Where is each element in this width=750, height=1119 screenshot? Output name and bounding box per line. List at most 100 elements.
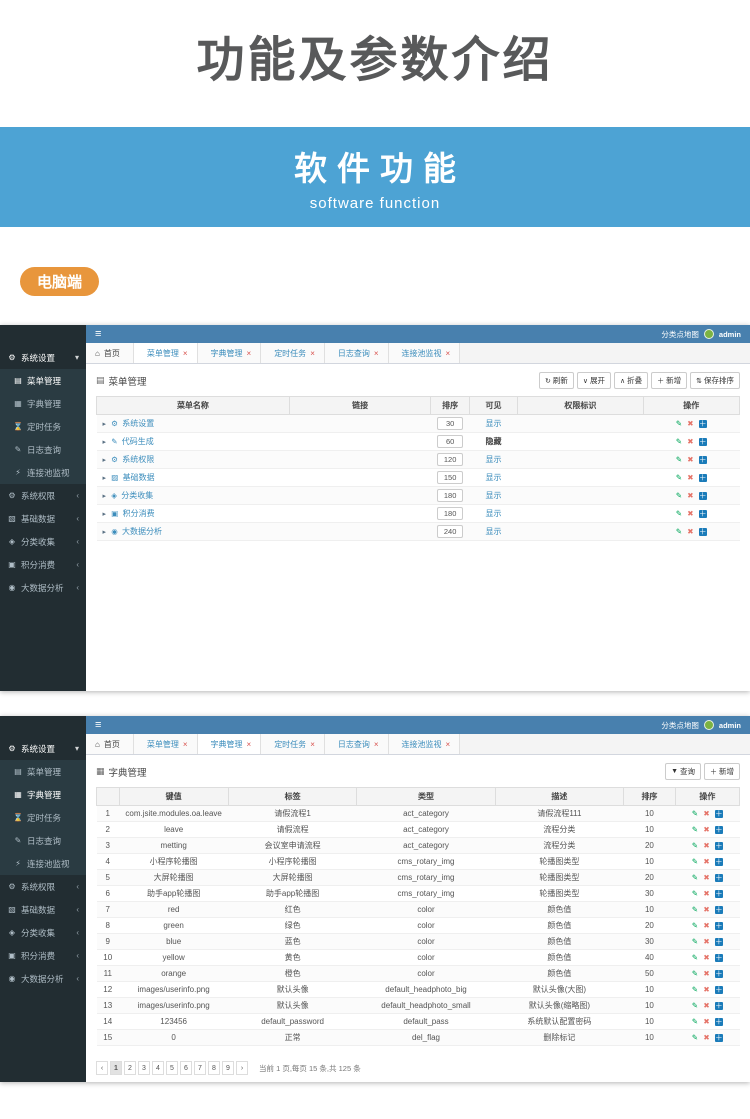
expand-caret-icon[interactable]: ▸ [103,439,107,446]
delete-icon[interactable]: ✖ [687,419,693,428]
sort-input[interactable]: 240 [437,525,464,538]
add-child-icon[interactable]: ＋ [698,420,707,428]
page-tab[interactable]: 连接池监视 × [388,343,461,363]
sidebar-item[interactable]: ⚙ 系统设置 ▾ [0,346,86,369]
expand-caret-icon[interactable]: ▸ [103,475,107,482]
close-icon[interactable]: × [446,740,451,749]
next-page-button[interactable]: › [236,1061,248,1075]
edit-icon[interactable]: ✎ [692,857,698,866]
close-icon[interactable]: × [310,740,315,749]
add-icon[interactable]: ＋ [714,810,723,818]
edit-icon[interactable]: ✎ [692,905,698,914]
toolbar-button[interactable]: ∨ 展开 [576,372,611,389]
sidebar-item[interactable]: ▤ 菜单管理 [0,369,86,392]
sidebar-item[interactable]: ▧ 基础数据 ‹ [0,507,86,530]
page-button[interactable]: 5 [166,1061,178,1075]
add-icon[interactable]: ＋ [714,1034,723,1042]
edit-icon[interactable]: ✎ [676,437,682,446]
edit-icon[interactable]: ✎ [692,809,698,818]
page-button[interactable]: 8 [208,1061,220,1075]
add-icon[interactable]: ＋ [714,1002,723,1010]
expand-caret-icon[interactable]: ▸ [103,511,107,518]
delete-icon[interactable]: ✖ [703,1017,709,1026]
add-child-icon[interactable]: ＋ [698,474,707,482]
delete-icon[interactable]: ✖ [687,473,693,482]
page-tab[interactable]: 日志查询 × [324,343,389,363]
sidebar-item[interactable]: ⌛ 定时任务 [0,415,86,438]
edit-icon[interactable]: ✎ [676,491,682,500]
delete-icon[interactable]: ✖ [687,509,693,518]
brand-link[interactable]: 分类点地图 [661,329,699,340]
menu-name-link[interactable]: 代码生成 [122,437,154,446]
add-icon[interactable]: ＋ [714,922,723,930]
page-tab[interactable]: 菜单管理 × [133,734,198,754]
edit-icon[interactable]: ✎ [692,1001,698,1010]
delete-icon[interactable]: ✖ [687,527,693,536]
sidebar-item[interactable]: ▦ 字典管理 [0,392,86,415]
menu-name-link[interactable]: 基础数据 [123,473,155,482]
sort-input[interactable]: 180 [437,489,464,502]
close-icon[interactable]: × [374,349,379,358]
edit-icon[interactable]: ✎ [692,873,698,882]
edit-icon[interactable]: ✎ [676,455,682,464]
page-button[interactable]: 1 [110,1061,122,1075]
sidebar-item[interactable]: ◈ 分类收集 ‹ [0,921,86,944]
page-tab[interactable]: ⌂ 首页 [86,343,134,363]
add-child-icon[interactable]: ＋ [698,492,707,500]
delete-icon[interactable]: ✖ [703,985,709,994]
close-icon[interactable]: × [374,740,379,749]
expand-caret-icon[interactable]: ▸ [103,493,107,500]
toolbar-button[interactable]: ＋ 新增 [704,763,740,780]
toolbar-button[interactable]: ↻ 刷新 [539,372,574,389]
sidebar-item[interactable]: ⚡ 连接池监视 [0,852,86,875]
menu-name-link[interactable]: 积分消费 [123,509,155,518]
user-menu[interactable]: admin [719,330,741,339]
close-icon[interactable]: × [310,349,315,358]
sidebar-item[interactable]: ⚙ 系统权限 ‹ [0,484,86,507]
sidebar-item[interactable]: ⚙ 系统权限 ‹ [0,875,86,898]
close-icon[interactable]: × [247,349,252,358]
page-tab[interactable]: ⌂ 首页 [86,734,134,754]
delete-icon[interactable]: ✖ [703,905,709,914]
delete-icon[interactable]: ✖ [687,437,693,446]
sidebar-item[interactable]: ⚙ 系统设置 ▾ [0,737,86,760]
page-button[interactable]: 3 [138,1061,150,1075]
add-icon[interactable]: ＋ [714,826,723,834]
sidebar-item[interactable]: ▦ 字典管理 [0,783,86,806]
page-button[interactable]: 9 [222,1061,234,1075]
add-child-icon[interactable]: ＋ [698,456,707,464]
sidebar-item[interactable]: ▧ 基础数据 ‹ [0,898,86,921]
add-icon[interactable]: ＋ [714,1018,723,1026]
sort-input[interactable]: 180 [437,507,464,520]
add-icon[interactable]: ＋ [714,970,723,978]
expand-caret-icon[interactable]: ▸ [103,421,107,428]
page-tab[interactable]: 字典管理 × [197,734,262,754]
edit-icon[interactable]: ✎ [692,1033,698,1042]
page-button[interactable]: 6 [180,1061,192,1075]
page-tab[interactable]: 定时任务 × [261,734,325,754]
sidebar-item[interactable]: ▣ 积分消费 ‹ [0,553,86,576]
delete-icon[interactable]: ✖ [703,937,709,946]
delete-icon[interactable]: ✖ [703,1001,709,1010]
page-tab[interactable]: 菜单管理 × [133,343,198,363]
sidebar-item[interactable]: ✎ 日志查询 [0,438,86,461]
delete-icon[interactable]: ✖ [703,921,709,930]
sidebar-item[interactable]: ⌛ 定时任务 [0,806,86,829]
add-icon[interactable]: ＋ [714,874,723,882]
menu-name-link[interactable]: 大数据分析 [122,527,162,536]
page-button[interactable]: 7 [194,1061,206,1075]
avatar[interactable] [703,329,714,339]
edit-icon[interactable]: ✎ [676,473,682,482]
menu-toggle-icon[interactable]: ≡ [95,328,101,340]
toolbar-button[interactable]: ∧ 折叠 [614,372,649,389]
sort-input[interactable]: 30 [437,417,464,430]
add-child-icon[interactable]: ＋ [698,528,707,536]
edit-icon[interactable]: ✎ [692,889,698,898]
add-icon[interactable]: ＋ [714,858,723,866]
edit-icon[interactable]: ✎ [692,825,698,834]
prev-page-button[interactable]: ‹ [96,1061,108,1075]
delete-icon[interactable]: ✖ [703,873,709,882]
add-icon[interactable]: ＋ [714,890,723,898]
sidebar-item[interactable]: ⚡ 连接池监视 [0,461,86,484]
edit-icon[interactable]: ✎ [692,1017,698,1026]
